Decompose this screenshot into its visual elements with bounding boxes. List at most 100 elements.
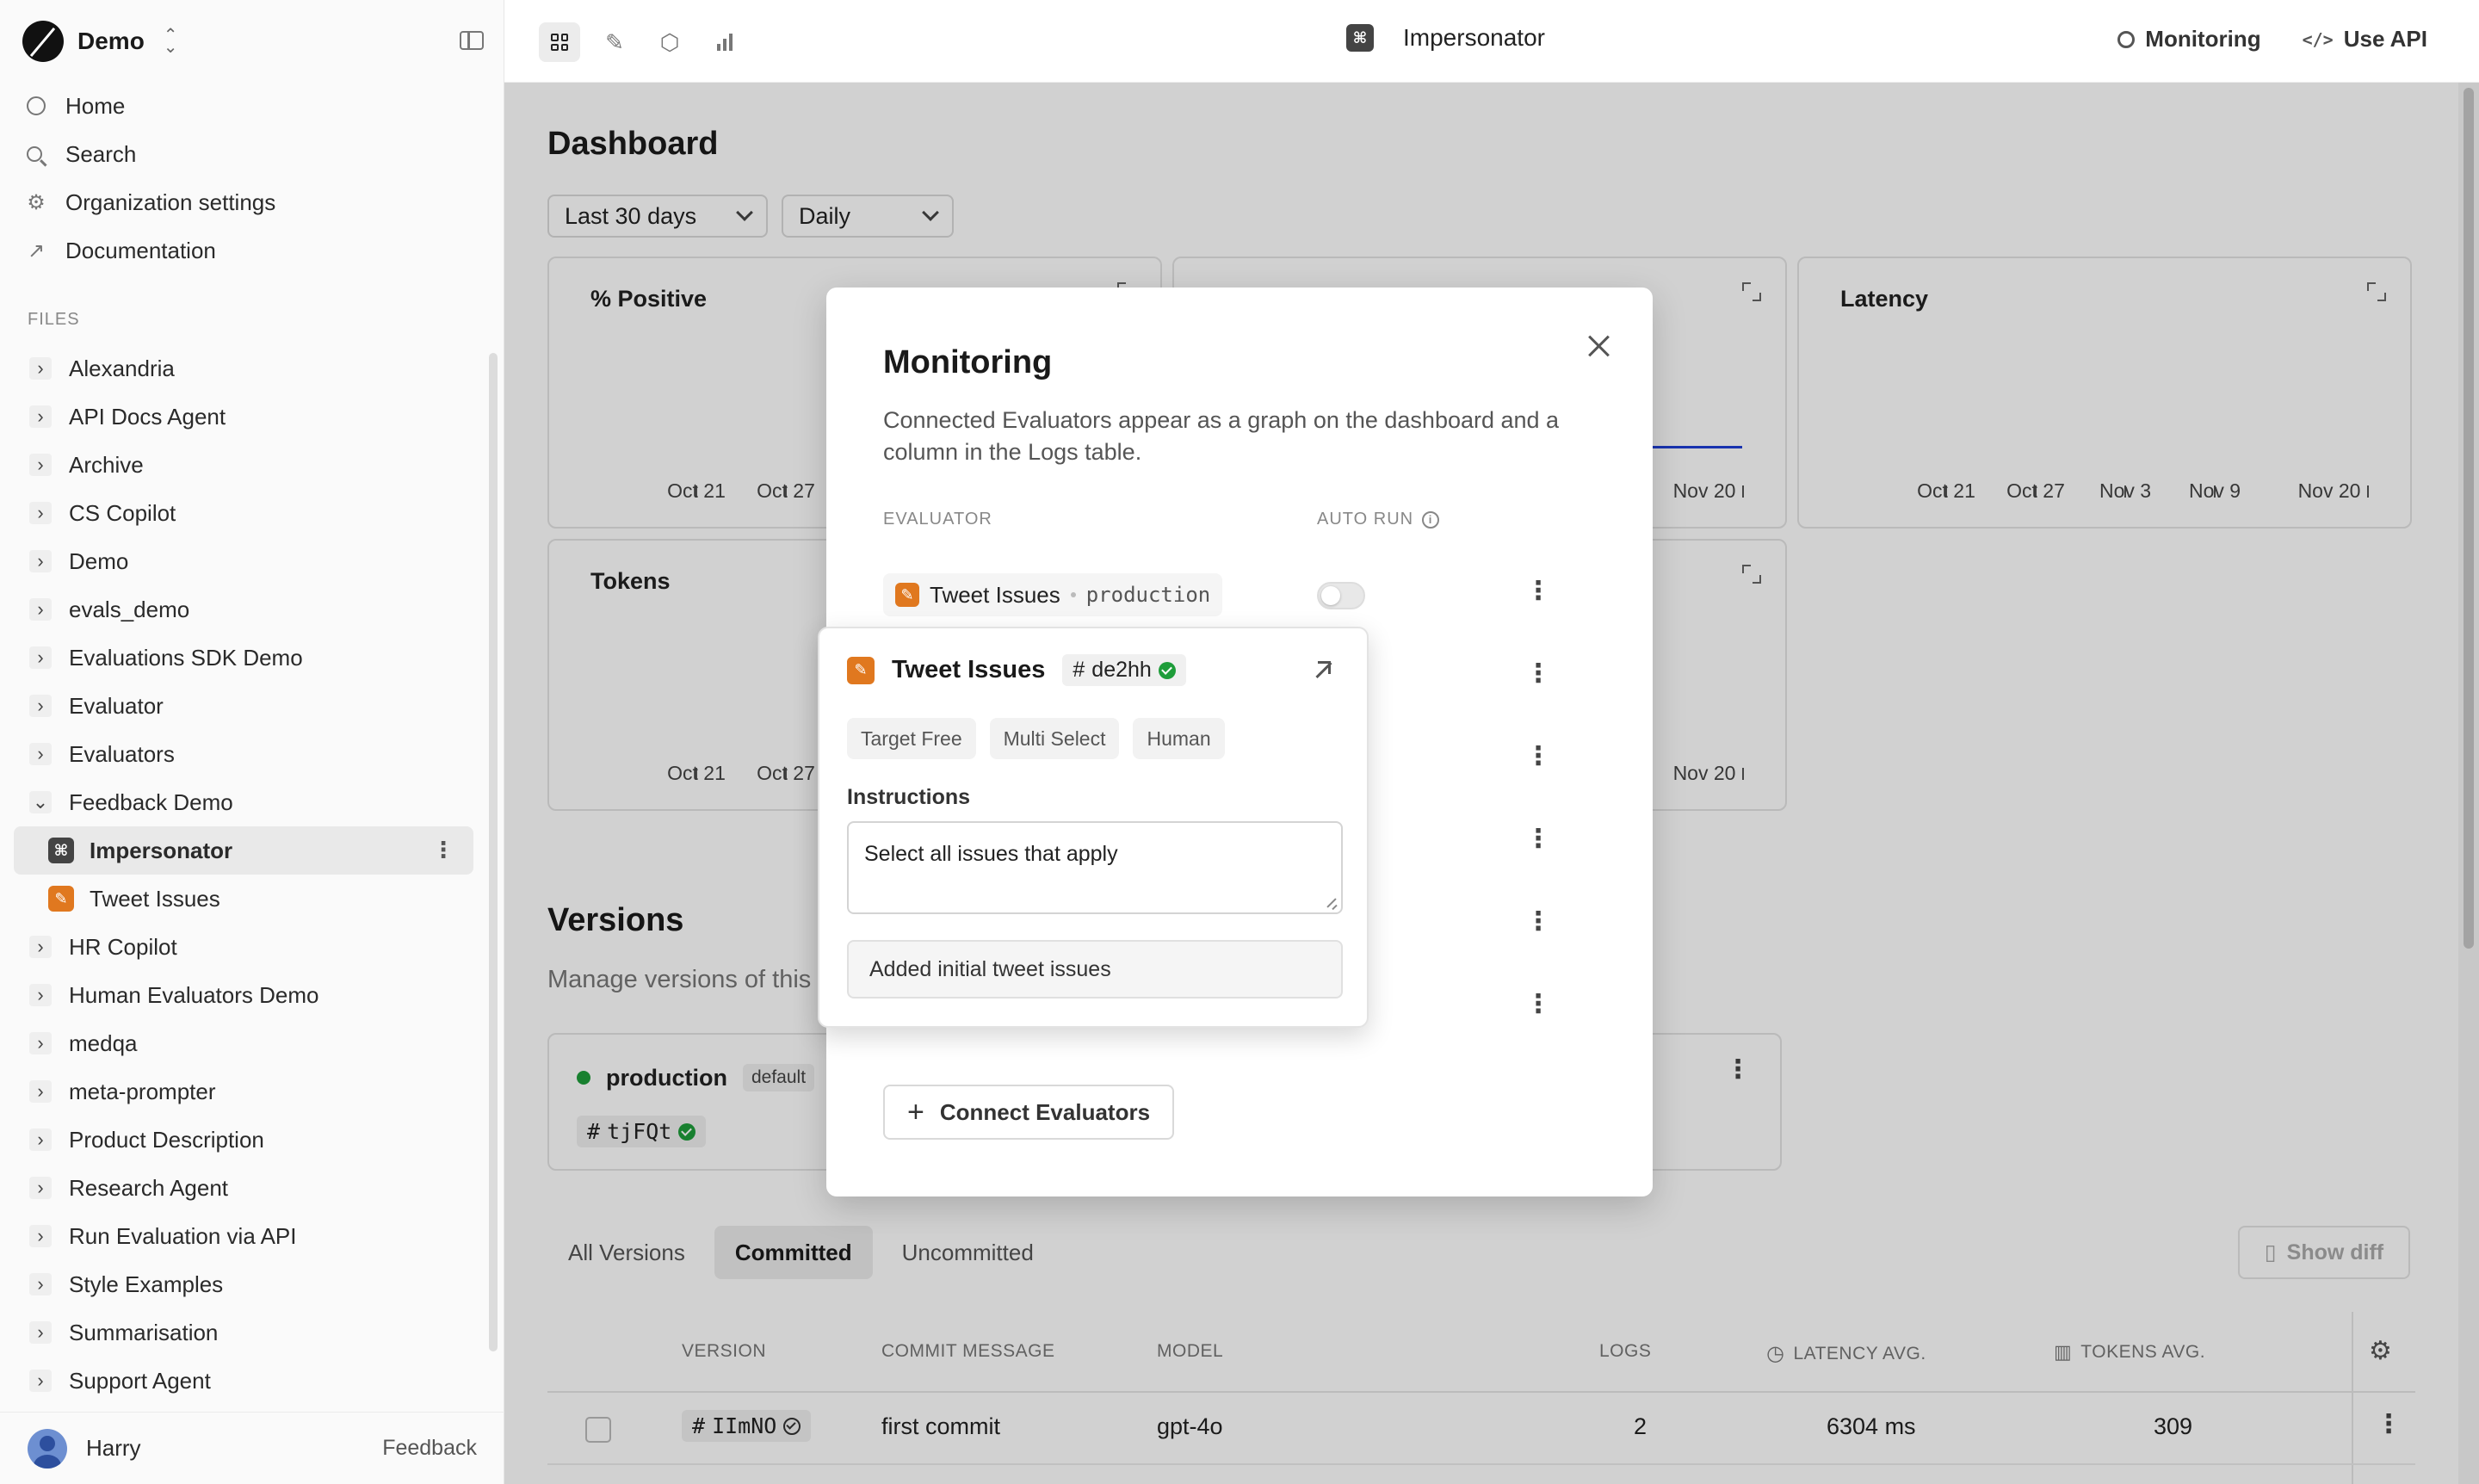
prompt-file-icon: ⌘ [48,838,74,863]
tree-item-medqa[interactable]: › medqa [0,1019,491,1067]
chevron-right-icon[interactable]: › [29,1080,52,1103]
connect-evaluators-button[interactable]: + Connect Evaluators [883,1085,1175,1140]
tag-target-free: Target Free [847,718,976,759]
dashboard-view-icon[interactable] [539,22,580,62]
chevron-right-icon[interactable]: › [29,1273,52,1295]
tree-item-alexandria[interactable]: › Alexandria [0,344,491,393]
more-options-icon[interactable]: ⋮ [1525,992,1551,1017]
chevron-right-icon[interactable]: › [29,646,52,669]
tree-item-label: Archive [69,451,144,478]
tag-multi-select: Multi Select [989,718,1120,759]
tree-item-archive[interactable]: › Archive [0,441,491,489]
chevron-right-icon[interactable]: › [29,1032,52,1054]
tree-item-label: HR Copilot [69,933,177,960]
code-icon: </> [2302,28,2334,50]
tree-item-label: evals_demo [69,596,190,622]
tree-item-summarisation[interactable]: › Summarisation [0,1308,491,1357]
chevron-right-icon[interactable]: › [29,695,52,717]
evaluator-environment: production [1085,583,1211,607]
monitoring-button[interactable]: Monitoring [2117,26,2261,53]
chevron-right-icon[interactable]: › [29,357,52,380]
chevron-right-icon[interactable]: › [29,743,52,765]
file-title-label: Impersonator [1403,24,1545,51]
chevron-right-icon[interactable]: › [29,1321,52,1344]
chevron-right-icon[interactable]: › [29,598,52,621]
hash-icon: # [1073,658,1085,682]
tree-item-human-evaluators-demo[interactable]: › Human Evaluators Demo [0,971,491,1019]
more-options-icon[interactable]: ⋮ [1525,578,1551,604]
sidebar: Demo ⌃ ⌄ Home Search ⚙ Organization setti… [0,0,504,1484]
chevron-right-icon[interactable]: › [29,454,52,476]
nav-organization-settings[interactable]: ⚙ Organization settings [26,181,275,224]
evaluator-chip[interactable]: ✎ Tweet Issues production [883,573,1223,616]
connect-evaluators-label: Connect Evaluators [939,1098,1151,1125]
tree-item-research-agent[interactable]: › Research Agent [0,1164,491,1212]
nav-search[interactable]: Search [26,133,136,176]
evaluator-tags: Target Free Multi Select Human [847,718,1225,759]
more-options-icon[interactable]: ⋮ [432,838,454,861]
tree-item-evaluator[interactable]: › Evaluator [0,682,491,730]
chevron-right-icon[interactable]: › [29,936,52,958]
workspace-switcher[interactable]: Demo ⌃ ⌄ [22,19,487,64]
more-options-icon[interactable]: ⋮ [1525,744,1551,770]
sidebar-scrollbar[interactable] [489,353,498,1351]
instructions-value: Select all issues that apply [864,842,1118,866]
chevron-right-icon[interactable]: › [29,984,52,1006]
chevron-right-icon[interactable]: › [29,1225,52,1247]
open-external-arrow-icon[interactable] [1312,661,1331,680]
feedback-link[interactable]: Feedback [382,1436,477,1461]
use-api-button[interactable]: </> Use API [2303,26,2427,53]
dialog-title: Monitoring [883,344,1053,380]
tree-item-cs-copilot[interactable]: › CS Copilot [0,489,491,537]
environments-cube-icon[interactable]: ⬡ [649,22,690,62]
resize-handle-icon[interactable] [1327,899,1338,909]
chevron-right-icon[interactable]: › [29,550,52,572]
gear-icon [2117,30,2136,48]
tag-human: Human [1133,718,1225,759]
more-options-icon[interactable]: ⋮ [1525,661,1551,687]
info-icon[interactable]: i [1422,510,1440,529]
instructions-textarea[interactable]: Select all issues that apply [847,821,1343,914]
tree-item-hr-copilot[interactable]: › HR Copilot [0,923,491,971]
chevron-right-icon[interactable]: › [29,1177,52,1199]
chevron-right-icon[interactable]: › [29,1370,52,1392]
chevron-right-icon[interactable]: › [29,1128,52,1151]
tree-item-feedback-demo[interactable]: ⌄ Feedback Demo [0,778,491,826]
evaluator-row: ✎ Tweet Issues production ⋮ [883,573,1603,616]
sidebar-toggle-icon[interactable] [460,31,484,50]
col-header-evaluator: EVALUATOR [883,510,992,529]
editor-view-icon[interactable]: ✎ [594,22,635,62]
tree-item-evaluators[interactable]: › Evaluators [0,730,491,778]
tree-item-label: Evaluations SDK Demo [69,644,303,671]
nav-search-label: Search [65,140,137,167]
tree-item-api-docs-agent[interactable]: › API Docs Agent [0,393,491,441]
tree-item-evaluations-sdk-demo[interactable]: › Evaluations SDK Demo [0,634,491,682]
nav-organization-settings-label: Organization settings [65,189,276,215]
tree-item-demo[interactable]: › Demo [0,537,491,585]
close-icon[interactable] [1587,334,1611,358]
workspace-name: Demo [77,28,145,54]
nav-documentation[interactable]: ↗ Documentation [26,229,216,272]
files-section-label: FILES [28,310,80,329]
tree-item-label: meta-prompter [69,1078,216,1104]
chevron-right-icon[interactable]: › [29,502,52,524]
logs-chart-icon[interactable] [704,22,745,62]
more-options-icon[interactable]: ⋮ [1525,909,1551,935]
chevron-right-icon[interactable]: › [29,405,52,428]
tree-item-style-examples[interactable]: › Style Examples [0,1260,491,1308]
tree-item-label: API Docs Agent [69,403,226,430]
user-name[interactable]: Harry [86,1435,382,1462]
tree-item-tweet-issues[interactable]: ✎ Tweet Issues [0,875,491,923]
col-header-auto-run: AUTO RUN i [1317,510,1440,529]
chevron-down-icon[interactable]: ⌄ [29,791,52,813]
tree-item-meta-prompter[interactable]: › meta-prompter [0,1067,491,1116]
more-options-icon[interactable]: ⋮ [1525,826,1551,852]
nav-home[interactable]: Home [26,84,125,127]
auto-run-toggle[interactable] [1317,582,1365,609]
tree-item-run-evaluation-via-api[interactable]: › Run Evaluation via API [0,1212,491,1260]
tree-item-support-agent[interactable]: › Support Agent [0,1357,491,1405]
avatar[interactable] [28,1428,67,1469]
tree-item-evals-demo[interactable]: › evals_demo [0,585,491,634]
tree-item-impersonator[interactable]: ⌘ Impersonator ⋮ [14,826,473,875]
tree-item-product-description[interactable]: › Product Description [0,1116,491,1164]
